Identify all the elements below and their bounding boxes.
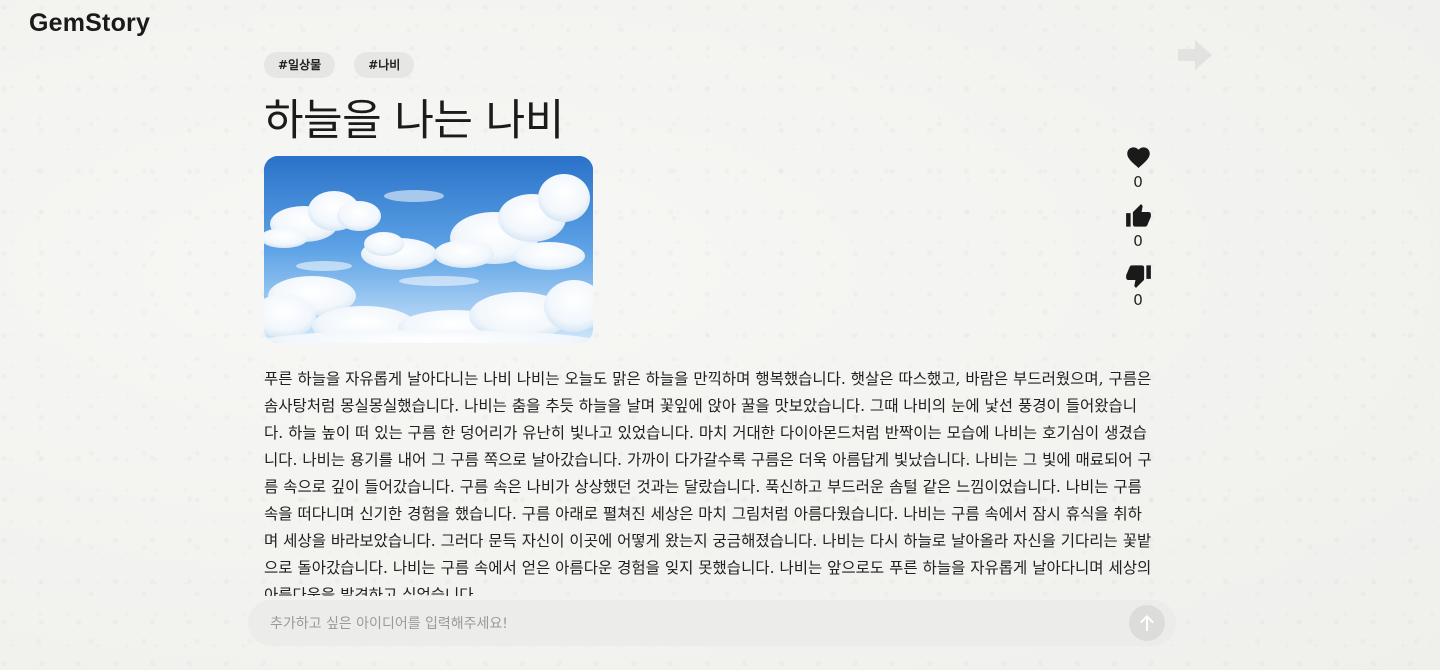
tag-chip[interactable]: #일상물	[264, 52, 336, 78]
arrow-right-icon	[1178, 40, 1212, 70]
idea-input[interactable]	[268, 600, 1112, 648]
heart-reaction[interactable]: 0	[1118, 144, 1158, 192]
send-button[interactable]	[1129, 605, 1165, 641]
tag-list: #일상물 #나비	[264, 52, 415, 78]
thumbs-up-icon[interactable]	[1125, 203, 1152, 230]
like-reaction[interactable]: 0	[1118, 203, 1158, 251]
like-count: 0	[1133, 232, 1143, 250]
story-body: 푸른 하늘을 자유롭게 날아다니는 나비 나비는 오늘도 맑은 하늘을 만끽하며…	[264, 370, 1152, 596]
story-title: 하늘을 나는 나비	[264, 96, 564, 146]
heart-icon[interactable]	[1125, 144, 1152, 171]
dislike-reaction[interactable]: 0	[1118, 262, 1158, 310]
dislike-count: 0	[1133, 291, 1143, 309]
story-image	[264, 156, 593, 343]
thumbs-down-icon[interactable]	[1125, 262, 1152, 289]
reaction-panel: 0 0 0	[1118, 144, 1158, 321]
next-story-button[interactable]	[1176, 38, 1214, 72]
sky-clouds-image	[264, 156, 593, 343]
app-logo[interactable]: GemStory	[29, 9, 150, 38]
tag-chip[interactable]: #나비	[354, 52, 415, 78]
idea-composer	[248, 600, 1176, 648]
heart-count: 0	[1133, 173, 1143, 191]
arrow-up-icon	[1140, 615, 1154, 631]
